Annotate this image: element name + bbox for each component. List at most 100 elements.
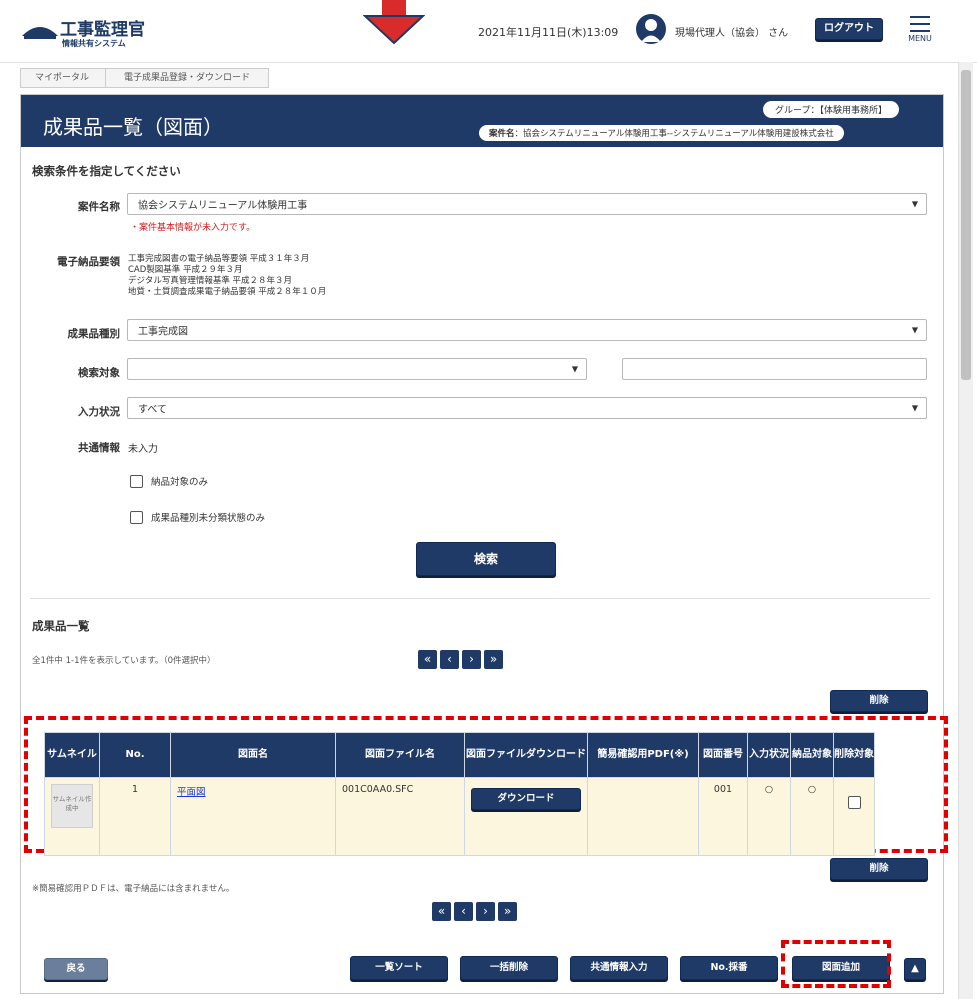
col-pdf: 簡易確認用PDF(※) [587,732,699,778]
no-assign-button[interactable]: No.採番 [680,956,778,980]
sort-button[interactable]: 一覧ソート [350,956,448,980]
guideline-list: 工事完成図書の電子納品等要領 平成３１年３月 CAD製図基準 平成２９年３月 デ… [128,254,326,298]
chevron-down-icon: ▼ [911,325,918,335]
chevron-down-icon: ▼ [911,199,918,209]
next-page-icon[interactable]: › [476,902,495,921]
project-name-label: 案件名称 [78,201,120,213]
divider [30,598,930,599]
logo-icon [20,16,60,43]
cell-no: 1 [99,777,171,856]
cell-delete [833,777,875,856]
first-page-icon[interactable]: « [432,902,451,921]
app-header: 工事監理官 情報共有システム 2021年11月11日(木)13:09 現場代理人… [0,0,977,63]
logo-title: 工事監理官 [60,20,145,40]
last-page-icon[interactable]: » [484,650,503,669]
common-label: 共通情報 [78,442,120,454]
guideline-item: デジタル写真管理情報基準 平成２８年３月 [128,276,293,286]
table-header-row: サムネイル No. 図面名 図面ファイル名 図面ファイルダウンロード 簡易確認用… [44,732,875,778]
common-input-button[interactable]: 共通情報入力 [570,956,668,980]
delete-checkbox[interactable] [847,796,861,809]
table-row: サムネイル作成中 1 平面図 001C0AA0.SFC ダウンロード 001 ○… [44,777,875,856]
delete-button-top[interactable]: 削除 [830,690,928,712]
breadcrumb-item-current: 電子成果品登録・ダウンロード [106,68,270,88]
breadcrumb-item-portal[interactable]: マイポータル [20,68,107,88]
first-page-icon[interactable]: « [418,650,437,669]
menu-button[interactable]: MENU [908,14,932,48]
delete-button-bottom[interactable]: 削除 [830,858,928,880]
guideline-item: 地質・土質調査成果電子納品要領 平成２８年１０月 [128,287,327,297]
pager-top: « ‹ › » [418,650,503,669]
last-page-icon[interactable]: » [498,902,517,921]
type-label: 成果品種別 [67,328,121,340]
results-count: 全1件中 1-1件を表示しています。（0件選択中） [32,656,216,666]
col-file: 図面ファイル名 [335,732,465,778]
prev-page-icon[interactable]: ‹ [440,650,459,669]
scrollbar[interactable] [958,62,973,999]
hamburger-icon [910,16,930,32]
guideline-item: 工事完成図書の電子納品等要領 平成３１年３月 [128,254,310,264]
pdf-note: ※簡易確認用ＰＤＦは、電子納品には含まれません。 [32,884,235,894]
results-table: サムネイル No. 図面名 図面ファイル名 図面ファイルダウンロード 簡易確認用… [44,732,875,856]
col-download: 図面ファイルダウンロード [464,732,588,778]
check-unclassified-only[interactable]: 成果品種別未分類状態のみ [130,510,265,524]
col-delete: 削除対象 [833,732,875,778]
type-select[interactable]: 工事完成図 ▼ [127,319,927,341]
search-button[interactable]: 検索 [416,542,556,576]
status-label: 入力状況 [78,406,120,418]
results-heading: 成果品一覧 [32,619,90,633]
thumbnail-placeholder[interactable]: サムネイル作成中 [51,784,93,828]
col-no: No. [99,732,171,778]
menu-label: MENU [908,34,932,43]
status-select[interactable]: すべて ▼ [127,397,927,419]
cell-input-status: ○ [747,777,791,856]
scrollbar-thumb[interactable] [961,70,971,380]
project-name-select[interactable]: 協会システムリニューアル体験用工事 ▼ [127,193,927,215]
project-warning: ・案件基本情報が未入力です。 [130,223,256,233]
project-badge: 案件名：協会システムリニューアル体験用工事--システムリニューアル体験用建設株式… [479,125,844,141]
cell-download: ダウンロード [464,777,588,856]
breadcrumb: マイポータル 電子成果品登録・ダウンロード [20,68,270,88]
cell-file: 001C0AA0.SFC [335,777,465,856]
logout-button[interactable]: ログアウト [815,18,883,40]
download-button[interactable]: ダウンロード [471,788,581,810]
target-text-input[interactable] [622,358,927,380]
prev-page-icon[interactable]: ‹ [454,902,473,921]
check-delivery-only[interactable]: 納品対象のみ [130,474,208,488]
chevron-up-icon: ▲ [911,963,919,974]
search-heading: 検索条件を指定してください [32,164,181,178]
next-page-icon[interactable]: › [462,650,481,669]
page-title: 成果品一覧（図面） [43,115,223,139]
target-select[interactable]: ▼ [127,358,587,380]
target-label: 検索対象 [78,367,120,379]
results-table-wrap: サムネイル No. 図面名 図面ファイル名 図面ファイルダウンロード 簡易確認用… [44,732,875,856]
guideline-item: CAD製図基準 平成２９年３月 [128,265,243,275]
col-number: 図面番号 [698,732,748,778]
avatar [636,14,666,44]
common-value: 未入力 [128,444,158,455]
annotation-box-add [781,940,891,988]
title-bar: 成果品一覧（図面） グループ：【体験用事務所】 案件名：協会システムリニューアル… [21,95,943,147]
pager-bottom: « ‹ › » [432,902,517,921]
col-input: 入力状況 [747,732,791,778]
col-name: 図面名 [170,732,336,778]
group-badge: グループ：【体験用事務所】 [763,101,899,118]
cell-pdf [587,777,699,856]
col-thumbnail: サムネイル [44,732,100,778]
user-name: 現場代理人（協会） さん [675,28,789,39]
annotation-arrow-icon [362,0,426,49]
datetime: 2021年11月11日(木)13:09 [478,26,619,39]
cell-number: 001 [698,777,748,856]
logo-subtitle: 情報共有システム [62,39,126,48]
drawing-name-link[interactable]: 平面図 [177,787,206,798]
cell-thumbnail: サムネイル作成中 [44,777,100,856]
chevron-down-icon: ▼ [911,403,918,413]
cell-delivery: ○ [790,777,834,856]
checkbox[interactable] [130,474,143,488]
back-button[interactable]: 戻る [44,958,108,980]
checkbox[interactable] [130,510,143,524]
col-delivery: 納品対象 [790,732,834,778]
chevron-down-icon: ▼ [571,364,578,374]
bulk-delete-button[interactable]: 一括削除 [460,956,558,980]
guideline-label: 電子納品要領 [57,256,120,268]
scroll-top-button[interactable]: ▲ [904,958,926,980]
